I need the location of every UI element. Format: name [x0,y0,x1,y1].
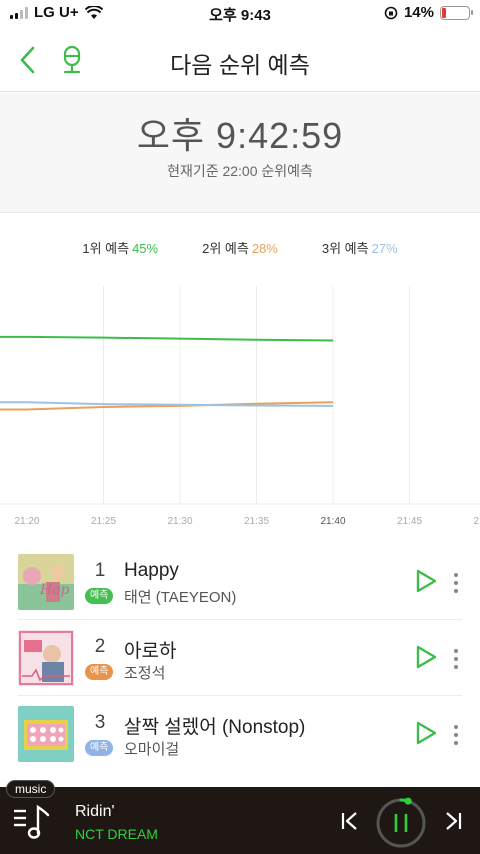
battery-percent: 14% [403,4,434,21]
legend-percent: 28% [251,241,278,256]
series-line-1 [0,335,334,342]
legend-item-rank2: 2위 예측 28% [202,238,278,257]
prediction-badge: 예측 [85,588,114,604]
x-tick-label: 21:20 [14,516,39,527]
legend-label: 1위 예측 [82,241,130,256]
rank-number: 2 [94,636,106,657]
song-title[interactable]: 아로하 [124,636,176,663]
now-playing-title[interactable]: Ridin' [75,803,115,821]
more-options-icon[interactable] [452,648,460,670]
x-tick-label: 21:35 [244,516,269,527]
x-tick-label: 21:25 [91,516,116,527]
now-playing-artist[interactable]: NCT DREAM [75,826,158,842]
x-tick-label: 21:50 [473,516,480,527]
status-bar: LG U+ 오후 9:43 14% [0,0,480,28]
list-item[interactable]: Hap 1 Happy 예측 태연 (TAEYEON) [0,544,480,620]
prediction-badge: 예측 [85,664,114,680]
rank-number: 3 [94,712,106,733]
page-title: 다음 순위 예측 [170,52,310,78]
rank-number: 1 [94,560,106,581]
x-tick-label: 21:40 [320,516,345,527]
svg-text:Hap: Hap [39,582,70,598]
pause-icon[interactable] [375,797,427,849]
list-item[interactable]: 2 아로하 예측 조정석 [0,620,480,696]
prediction-basis: 현재기준 22:00 순위예측 [167,163,313,179]
playlist-icon[interactable] [12,803,52,841]
album-art[interactable] [18,630,74,686]
more-options-icon[interactable] [452,724,460,746]
music-tab-label[interactable]: music [6,780,56,798]
orientation-lock-icon [384,6,398,19]
navigation-bar: 다음 순위 예측 [0,28,480,92]
current-time: 오후 9:42:59 [136,115,344,156]
chart-legend: 1위 예측 45% 2위 예측 28% 3위 예측 27% [0,238,480,257]
mini-player[interactable]: Ridin' NCT DREAM [0,787,480,854]
album-art[interactable] [18,706,74,762]
list-item[interactable]: 3 살짝 설렜어 (Nonstop) 예측 오마이걸 [0,696,480,772]
play-icon[interactable] [414,644,438,670]
album-art[interactable]: Hap [18,554,74,610]
legend-percent: 27% [371,241,398,256]
clock-panel: 오후 9:42:59 현재기준 22:00 순위예측 [0,93,480,213]
battery-icon [440,5,473,20]
more-options-icon[interactable] [452,572,460,594]
prediction-badge: 예측 [85,740,114,756]
legend-item-rank3: 3위 예측 27% [322,238,398,257]
song-title[interactable]: Happy [124,560,179,582]
prediction-line-chart: 21:20 21:25 21:30 21:35 21:40 21:45 21:50 [0,286,480,527]
play-icon[interactable] [414,720,438,746]
artist-name[interactable]: 태연 (TAEYEON) [124,586,236,607]
next-track-icon[interactable] [443,811,463,831]
artist-name[interactable]: 조정석 [124,662,165,683]
play-icon[interactable] [414,568,438,594]
song-title[interactable]: 살짝 설렜어 (Nonstop) [124,712,305,739]
legend-label: 3위 예측 [321,241,369,256]
x-tick-label: 21:45 [397,516,422,527]
x-tick-label: 21:30 [167,516,192,527]
legend-item-rank1: 1위 예측 45% [82,238,158,257]
legend-label: 2위 예측 [202,241,249,256]
status-right: 14% [384,4,473,21]
artist-name[interactable]: 오마이걸 [124,738,179,759]
legend-percent: 45% [132,241,159,256]
previous-track-icon[interactable] [340,811,360,831]
